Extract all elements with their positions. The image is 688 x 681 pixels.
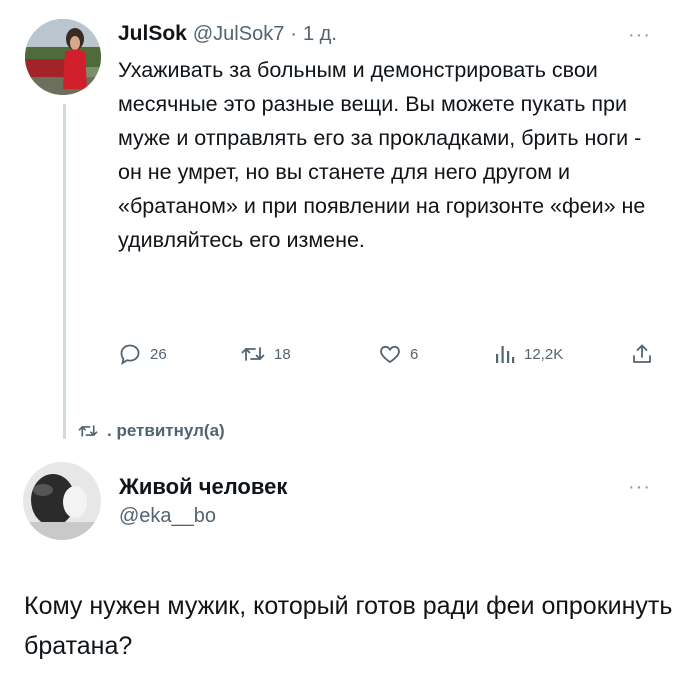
retweet-small-icon	[78, 425, 98, 437]
heart-icon	[380, 345, 400, 364]
tweet-header: JulSok @JulSok7 · 1 д.	[118, 22, 337, 46]
like-button[interactable]: 6	[378, 342, 418, 366]
reply-author-avatar[interactable]	[23, 462, 101, 540]
tweet-text: Ухаживать за больным и демонстрировать с…	[118, 58, 646, 252]
author-handle[interactable]: @JulSok7	[193, 23, 284, 46]
reply-more-options-icon[interactable]: ···	[628, 476, 651, 499]
tweet-actions: 26 18 6 12,2K	[118, 340, 666, 370]
reply-count: 26	[150, 345, 167, 363]
reply-button[interactable]: 26	[118, 342, 167, 366]
views-count: 12,2K	[524, 345, 564, 363]
author-name[interactable]: JulSok	[118, 22, 187, 46]
views-button[interactable]: 12,2K	[494, 342, 563, 366]
views-icon	[496, 346, 515, 363]
reply-icon	[120, 344, 140, 365]
reply-text: Кому нужен мужик, который готов ради феи…	[24, 592, 673, 660]
like-count: 6	[410, 345, 419, 363]
share-icon	[633, 344, 651, 363]
share-button[interactable]	[630, 342, 654, 366]
retweet-count: 18	[274, 345, 291, 363]
reply-author-handle[interactable]: @eka__bo	[119, 505, 216, 528]
retweet-note: . ретвитнул(а)	[77, 421, 225, 441]
reply-avatar-photo	[23, 462, 101, 540]
more-options-icon[interactable]: ···	[628, 24, 651, 47]
author-avatar[interactable]	[25, 19, 101, 95]
retweet-icon	[241, 347, 265, 361]
thread-line	[63, 104, 66, 439]
reply-author-name[interactable]: Живой человек	[119, 474, 287, 500]
header-separator: ·	[290, 23, 297, 45]
avatar-photo	[25, 19, 101, 95]
retweet-button[interactable]: 18	[240, 342, 291, 366]
retweet-note-text: . ретвитнул(а)	[107, 421, 225, 440]
tweet-time[interactable]: 1 д.	[303, 23, 337, 46]
